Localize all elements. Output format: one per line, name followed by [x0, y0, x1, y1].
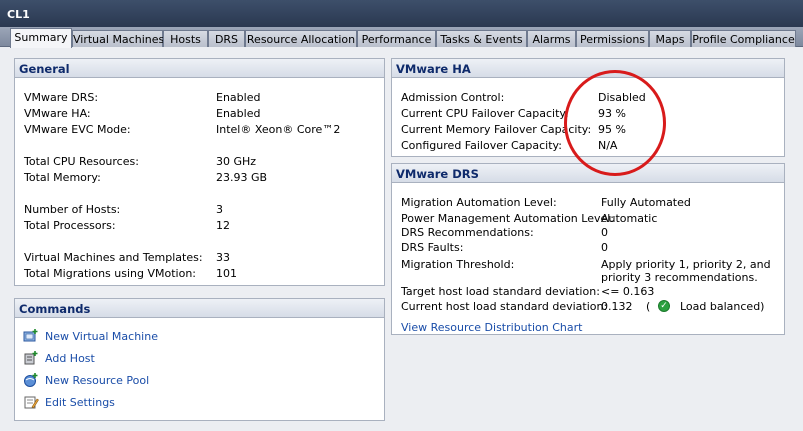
general-panel: General VMware DRS: Enabled VMware HA: E… [14, 58, 385, 286]
general-value: 3 [216, 203, 223, 216]
tab-virtual-machines[interactable]: Virtual Machines [72, 30, 164, 47]
new-resource-pool-command[interactable]: New Resource Pool [21, 372, 221, 390]
drs-label: DRS Recommendations: [401, 226, 534, 239]
general-label: VMware EVC Mode: [24, 123, 131, 136]
drs-label: Migration Threshold: [401, 258, 515, 271]
general-label: Total Processors: [24, 219, 116, 232]
drs-value: <= 0.163 [601, 285, 655, 298]
general-value: 33 [216, 251, 230, 264]
drs-value: Apply priority 1, priority 2, and [601, 258, 771, 271]
drs-status-text: Load balanced) [680, 300, 765, 313]
ha-value: N/A [598, 139, 618, 152]
drs-label: Power Management Automation Level: [401, 212, 615, 225]
add-host-link[interactable]: Add Host [45, 352, 95, 365]
vmware-drs-panel: VMware DRS Migration Automation Level: F… [391, 163, 785, 335]
tab-bar: Summary Virtual Machines Hosts DRS Resou… [0, 27, 803, 48]
general-label: Total Memory: [24, 171, 101, 184]
window-title: CL1 [0, 0, 803, 27]
check-icon: ✓ [658, 300, 670, 312]
ha-label: Current CPU Failover Capacity: [401, 107, 569, 120]
tab-summary[interactable]: Summary [10, 28, 72, 48]
ha-header: VMware HA [392, 59, 784, 78]
general-value: Intel® Xeon® Core™2 [216, 123, 341, 136]
general-header: General [15, 59, 384, 78]
resource-pool-icon [23, 373, 39, 387]
general-value: 12 [216, 219, 230, 232]
add-host-icon [23, 351, 39, 365]
drs-value: Automatic [601, 212, 658, 225]
drs-status-paren: ( [646, 300, 651, 313]
tab-profile-compliance[interactable]: Profile Compliance [691, 30, 796, 47]
general-value: 30 GHz [216, 155, 257, 168]
general-value: Enabled [216, 91, 261, 104]
drs-header: VMware DRS [392, 164, 784, 183]
ha-label: Configured Failover Capacity: [401, 139, 562, 152]
general-label: VMware DRS: [24, 91, 99, 104]
tab-permissions[interactable]: Permissions [576, 30, 649, 47]
ha-value: Disabled [598, 91, 646, 104]
ha-value: 95 % [598, 123, 626, 136]
general-label: Virtual Machines and Templates: [24, 251, 203, 264]
general-label: Total CPU Resources: [24, 155, 139, 168]
tab-performance[interactable]: Performance [357, 30, 436, 47]
new-virtual-machine-command[interactable]: New Virtual Machine [21, 328, 221, 346]
drs-label: Migration Automation Level: [401, 196, 557, 209]
general-label: Total Migrations using VMotion: [24, 267, 197, 280]
commands-header: Commands [15, 299, 384, 318]
new-resource-pool-link[interactable]: New Resource Pool [45, 374, 149, 387]
general-label: Number of Hosts: [24, 203, 121, 216]
drs-value: Fully Automated [601, 196, 691, 209]
new-virtual-machine-link[interactable]: New Virtual Machine [45, 330, 158, 343]
general-label: VMware HA: [24, 107, 91, 120]
edit-settings-command[interactable]: Edit Settings [21, 394, 221, 412]
ha-label: Current Memory Failover Capacity: [401, 123, 592, 136]
drs-value-continued: priority 3 recommendations. [601, 271, 758, 284]
general-value: 101 [216, 267, 237, 280]
tab-hosts[interactable]: Hosts [163, 30, 208, 47]
tab-maps[interactable]: Maps [649, 30, 691, 47]
general-value: Enabled [216, 107, 261, 120]
ha-label: Admission Control: [401, 91, 505, 104]
drs-value: 0 [601, 241, 608, 254]
tab-tasks-events[interactable]: Tasks & Events [436, 30, 527, 47]
vmware-ha-panel: VMware HA Admission Control: Disabled Cu… [391, 58, 785, 157]
tab-alarms[interactable]: Alarms [527, 30, 576, 47]
view-resource-distribution-chart-link[interactable]: View Resource Distribution Chart [401, 321, 582, 334]
commands-panel: Commands New Virtual Machine Add Host Ne… [14, 298, 385, 421]
drs-value: 0.132 [601, 300, 633, 313]
add-host-command[interactable]: Add Host [21, 350, 221, 368]
edit-settings-link[interactable]: Edit Settings [45, 396, 115, 409]
new-vm-icon [23, 329, 39, 343]
ha-value: 93 % [598, 107, 626, 120]
drs-label: Target host load standard deviation: [401, 285, 600, 298]
edit-settings-icon [23, 395, 39, 409]
drs-value: 0 [601, 226, 608, 239]
general-value: 23.93 GB [216, 171, 268, 184]
summary-content: General VMware DRS: Enabled VMware HA: E… [0, 47, 803, 431]
drs-label: DRS Faults: [401, 241, 464, 254]
tab-resource-allocation[interactable]: Resource Allocation [245, 30, 357, 47]
tab-drs[interactable]: DRS [208, 30, 245, 47]
drs-label: Current host load standard deviation: [401, 300, 608, 313]
